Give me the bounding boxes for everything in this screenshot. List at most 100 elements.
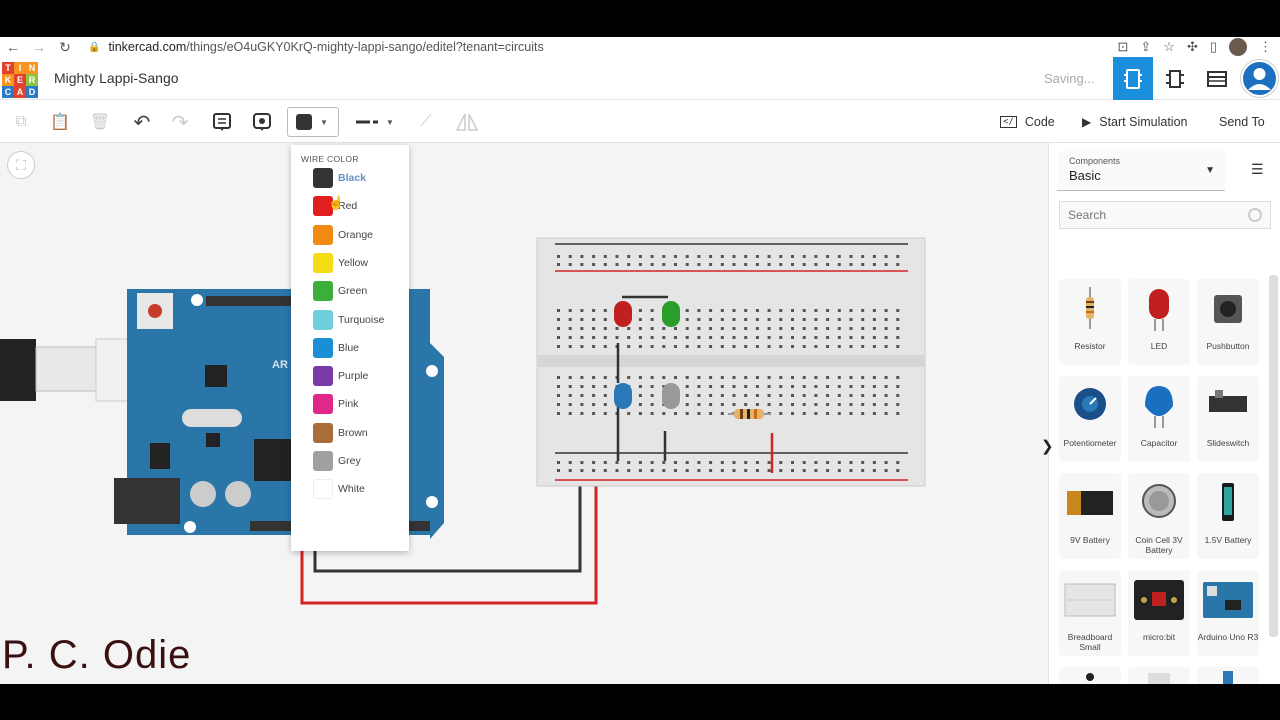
wire-color-option-white[interactable]: White: [313, 478, 365, 500]
notes-button[interactable]: [210, 109, 234, 135]
wire-type-dropdown[interactable]: ▼: [352, 109, 398, 135]
breadboard-hole: [732, 318, 736, 321]
component-card-breadboard-small[interactable]: Breadboard Small: [1059, 570, 1121, 656]
components-scrollbar[interactable]: [1269, 275, 1278, 637]
component-card-pushbutton[interactable]: Pushbutton: [1197, 279, 1259, 365]
breadboard-hole: [779, 318, 783, 321]
component-card-coin-cell-battery[interactable]: Coin Cell 3V Battery: [1128, 473, 1190, 559]
design-title[interactable]: Mighty Lappi-Sango: [54, 70, 179, 86]
wire-color-option-turquoise[interactable]: Turquoise: [313, 309, 384, 331]
breadboard-hole: [779, 403, 783, 406]
breadboard-hole: [697, 376, 701, 379]
component-card-vibration-motor[interactable]: [1059, 667, 1121, 684]
undo-button[interactable]: ↶: [130, 109, 154, 135]
breadboard-hole: [884, 263, 888, 266]
breadboard-hole: [767, 318, 771, 321]
component-card-dc-motor[interactable]: [1128, 667, 1190, 684]
breadboard-hole: [709, 263, 713, 266]
logo-letter: C: [2, 86, 14, 98]
redo-button[interactable]: ↷: [168, 109, 192, 135]
breadboard-hole: [674, 336, 677, 339]
install-icon[interactable]: ⊡: [1117, 39, 1128, 55]
wire-color-option-blue[interactable]: Blue: [313, 337, 359, 359]
component-card-servo[interactable]: [1197, 667, 1259, 684]
breadboard-hole: [650, 345, 654, 348]
breadboard[interactable]: [536, 237, 926, 487]
breadboard-hole: [580, 309, 584, 312]
code-button[interactable]: </ Code: [1000, 109, 1055, 135]
grey-led[interactable]: [662, 383, 680, 409]
circuit-view-button[interactable]: [1113, 57, 1153, 100]
wire-color-option-black[interactable]: Black: [313, 167, 366, 189]
copy-button[interactable]: ⧉: [9, 109, 33, 135]
breadboard-hole: [674, 376, 677, 379]
start-simulation-button[interactable]: ▶ Start Simulation: [1082, 109, 1187, 135]
component-card-microbit[interactable]: micro:bit: [1128, 570, 1190, 656]
breadboard-hole: [685, 336, 689, 339]
wire-color-option-yellow[interactable]: Yellow: [313, 252, 368, 274]
flip-button[interactable]: [454, 109, 480, 135]
component-label: Arduino Uno R3: [1197, 632, 1259, 642]
component-card-capacitor[interactable]: Capacitor: [1128, 376, 1190, 462]
component-card-9v-battery[interactable]: 9V Battery: [1059, 473, 1121, 559]
blue-led[interactable]: [614, 383, 632, 409]
breadboard-hole: [568, 318, 572, 321]
list-view-icon[interactable]: ☰: [1251, 161, 1264, 178]
breadboard-hole: [837, 318, 841, 321]
wire-color-dropdown[interactable]: ▼: [287, 107, 339, 137]
wire-color-label: Green: [338, 285, 368, 297]
breadboard-hole: [592, 394, 596, 397]
wire-color-option-pink[interactable]: Pink: [313, 393, 358, 415]
breadboard-hole: [802, 394, 806, 397]
component-card-slideswitch[interactable]: Slideswitch: [1197, 376, 1259, 462]
user-avatar[interactable]: [1241, 60, 1278, 97]
address-bar[interactable]: tinkercad.com/things/eO4uGKY0KrQ-mighty-…: [108, 40, 543, 54]
star-icon[interactable]: ☆: [1163, 39, 1175, 55]
forward-icon[interactable]: →: [26, 39, 52, 55]
components-category-dropdown[interactable]: Components Basic ▼: [1057, 151, 1225, 191]
delete-button[interactable]: 🗑: [88, 109, 112, 135]
menu-kebab-icon[interactable]: ⋮: [1259, 39, 1272, 55]
component-card-arduino-uno[interactable]: Arduino Uno R3: [1197, 570, 1259, 656]
tinkercad-logo[interactable]: T I N K E R C A D: [2, 62, 38, 98]
breadboard-hole: [861, 309, 865, 312]
component-card-potentiometer[interactable]: Potentiometer: [1059, 376, 1121, 462]
component-card-led[interactable]: LED: [1128, 279, 1190, 365]
back-icon[interactable]: ←: [0, 39, 26, 55]
reload-icon[interactable]: ↻: [52, 39, 78, 56]
send-to-button[interactable]: Send To: [1219, 109, 1265, 135]
sidepanel-icon[interactable]: ▯: [1210, 39, 1217, 55]
flip-icon: [455, 113, 479, 131]
breadboard-hole: [861, 469, 865, 472]
extensions-icon[interactable]: ✣: [1187, 39, 1198, 55]
profile-avatar[interactable]: [1229, 38, 1247, 56]
circuit-canvas[interactable]: ⛶ AR P. C. Odie: [0, 143, 1048, 684]
schematic-view-button[interactable]: [1155, 57, 1195, 100]
breadboard-hole: [638, 376, 642, 379]
breadboard-hole: [791, 345, 794, 348]
breadboard-hole: [627, 255, 631, 258]
wire-color-option-brown[interactable]: Brown: [313, 422, 368, 444]
breadboard-hole: [802, 336, 806, 339]
toggle-notes-button[interactable]: [250, 109, 274, 135]
component-card-1-5v-battery[interactable]: 1.5V Battery: [1197, 473, 1259, 559]
wire-color-option-green[interactable]: Green: [313, 280, 367, 302]
component-search-input[interactable]: Search: [1059, 201, 1271, 229]
wire-color-option-grey[interactable]: Grey: [313, 450, 361, 472]
red-led[interactable]: [614, 301, 632, 327]
breadboard-hole: [603, 376, 607, 379]
breadboard-hole: [592, 412, 596, 415]
collapse-panel-chevron-icon[interactable]: ❯: [1041, 437, 1055, 463]
share-icon[interactable]: ⇪: [1140, 39, 1151, 55]
breadboard-hole: [872, 461, 876, 464]
wire-color-option-orange[interactable]: Orange: [313, 224, 373, 246]
breadboard-hole: [755, 327, 759, 330]
green-led[interactable]: [662, 301, 680, 327]
component-list-button[interactable]: [1197, 57, 1237, 100]
component-label: Resistor: [1074, 341, 1106, 351]
wire-color-option-purple[interactable]: Purple: [313, 365, 368, 387]
rotate-button[interactable]: ⟋: [414, 109, 438, 135]
paste-button[interactable]: 📋: [48, 109, 72, 135]
component-card-resistor[interactable]: Resistor: [1059, 279, 1121, 365]
breadboard-hole: [814, 327, 818, 330]
